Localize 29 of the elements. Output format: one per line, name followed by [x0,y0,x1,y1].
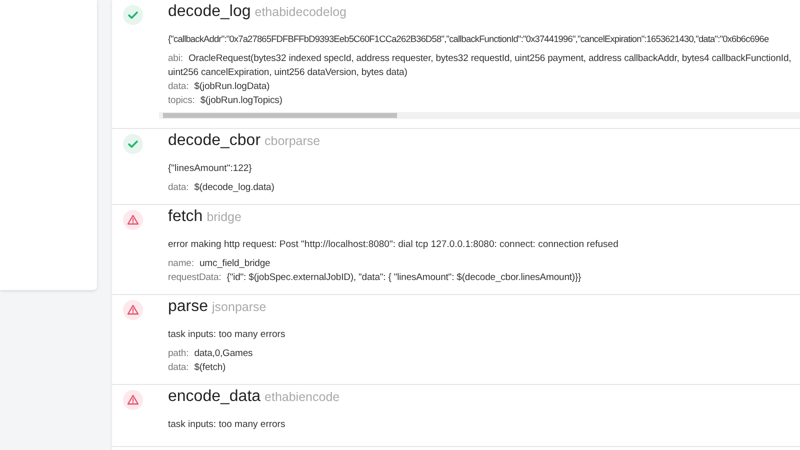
task-parameter: abi: OracleRequest(bytes32 indexed specId, address requester, bytes32 requestId, uint256 payment, address callbackAddr, bytes4 callbackFunctionId, uint256 cancelExpiration, uint256 dataVersion, bytes data) [168,52,792,80]
warning-icon [123,390,143,410]
task-parameter: name: umc_field_bridge [168,257,272,271]
task-type: ethabidecodelog [254,5,346,19]
check-icon [123,5,143,25]
task-parameter: data: $(decode_log.data) [168,181,276,195]
task-parameter: data: $(fetch) [168,361,227,375]
horizontal-scrollbar[interactable] [159,112,800,119]
task-name: parse [168,298,208,316]
task-parameter: path: data,0,Games [168,347,254,361]
task-name: fetch [168,208,203,226]
check-icon [123,134,143,154]
task-result: task inputs: too many errors [168,328,286,341]
task-type: ethabiencode [264,390,340,404]
task-result: {"callbackAddr":"0x7a27865FDFBFFbD9393Eeb5C60F1CCa262B36D58","callbackFunctionId":"0x37441996","cancelExpiration":1653621430,"data":"0x6b6c696e [168,33,770,46]
task-parameter: data: $(jobRun.logData) [168,80,271,94]
task-result: task inputs: too many errors [168,418,286,431]
task-name: decode_cbor [168,132,261,150]
task-parameter: requestData: {"id": $(jobSpec.externalJobID), "data": { "linesAmount": $(decode_cbor.linesAmount)}} [168,271,582,285]
task-name: encode_data [168,388,261,406]
warning-icon [123,210,143,230]
task-type: jsonparse [212,300,266,314]
task-result: error making http request: Post "http://localhost:8080": dial tcp 127.0.0.1:8080: connect: connection refused [168,238,620,251]
task-type: cborparse [264,134,320,148]
warning-icon [123,300,143,320]
task-type: bridge [206,210,242,224]
task-parameter: topics: $(jobRun.logTopics) [168,94,284,108]
task-result: {"linesAmount":122} [168,162,253,175]
task-name: decode_log [168,3,251,21]
